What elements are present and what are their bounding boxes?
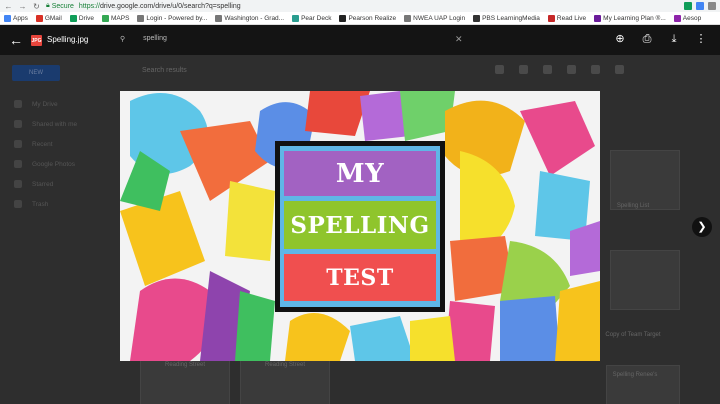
- file-name: Spelling.jpg: [47, 35, 89, 44]
- lock-icon: 🔒︎: [46, 2, 50, 9]
- title-card: MY SPELLING TEST: [275, 141, 445, 312]
- bookmark-item[interactable]: Drive: [69, 14, 94, 22]
- bookmark-item[interactable]: Login - Powered by...: [137, 14, 208, 22]
- bookmark-label: Read Live: [556, 14, 587, 22]
- bookmark-label: Apps: [13, 14, 28, 22]
- reload-icon[interactable]: ↻: [32, 2, 41, 11]
- more-vert-icon[interactable]: ⋮: [694, 32, 708, 46]
- drive-icon: [14, 100, 22, 108]
- sidebar-item-my-drive[interactable]: My Drive: [14, 100, 58, 108]
- bookmark-item[interactable]: NWEA UAP Login: [404, 14, 466, 22]
- bookmark-icon: [673, 14, 681, 22]
- bookmark-icon: [594, 14, 602, 22]
- chevron-right-icon[interactable]: ❯: [692, 217, 712, 237]
- bookmark-label: Aesop: [682, 14, 702, 22]
- image-file-icon: JPG: [31, 35, 42, 46]
- bookmark-item[interactable]: GMail: [35, 14, 62, 22]
- bookmark-item[interactable]: PBS LearningMedia: [473, 14, 540, 22]
- file-thumbnail-label: Spelling List: [616, 203, 650, 209]
- secure-indicator[interactable]: 🔒︎ Secure: [46, 2, 74, 10]
- bookmark-label: NWEA UAP Login: [413, 14, 466, 22]
- forward-arrow-icon[interactable]: →: [18, 2, 27, 11]
- link-icon[interactable]: [495, 65, 504, 74]
- sidebar-item-photos[interactable]: Google Photos: [14, 160, 75, 168]
- bookmark-icon: [292, 14, 300, 22]
- extension-icons: [684, 2, 720, 10]
- title-line-test: TEST: [284, 254, 436, 301]
- search-results-heading: Search results: [142, 67, 187, 74]
- bookmark-icon: [69, 14, 77, 22]
- sidebar-item-recent[interactable]: Recent: [14, 140, 53, 148]
- trash-icon: [14, 200, 22, 208]
- people-icon: [14, 120, 22, 128]
- bookmark-label: Washington - Grad...: [224, 14, 285, 22]
- title-card-inner: MY SPELLING TEST: [280, 146, 440, 307]
- sidebar-item-trash[interactable]: Trash: [14, 200, 48, 208]
- bookmark-icon: [4, 14, 11, 22]
- bookmark-item[interactable]: Aesop: [673, 14, 702, 22]
- sidebar-item-starred[interactable]: Starred: [14, 180, 53, 188]
- more-icon[interactable]: [615, 65, 624, 74]
- bookmark-label: Drive: [78, 14, 94, 22]
- file-thumbnail[interactable]: [610, 150, 680, 210]
- bookmark-icon: [137, 14, 145, 22]
- close-icon: ✕: [455, 34, 463, 44]
- back-arrow-icon[interactable]: ←: [4, 2, 13, 11]
- url-field[interactable]: https://drive.google.com/drive/u/0/searc…: [79, 3, 241, 10]
- folder-icon[interactable]: [591, 65, 600, 74]
- bookmark-icon: [473, 14, 481, 22]
- bookmark-label: MAPS: [110, 14, 130, 22]
- bookmark-icon: [35, 14, 43, 22]
- back-arrow-icon[interactable]: ←: [9, 33, 23, 47]
- title-line-my: MY: [284, 151, 436, 196]
- bookmark-label: PBS LearningMedia: [482, 14, 540, 22]
- bookmark-icon: [339, 14, 347, 22]
- sidebar-item-shared[interactable]: Shared with me: [14, 120, 77, 128]
- add-to-drive-icon[interactable]: ⊕: [613, 32, 627, 46]
- bookmark-label: My Learning Plan ®...: [603, 14, 666, 22]
- file-thumbnail-label: Reading Street: [164, 362, 206, 368]
- download-icon[interactable]: ⤓: [667, 32, 681, 46]
- print-icon[interactable]: ⎙: [640, 32, 654, 46]
- bookmark-label: Login - Powered by...: [146, 14, 208, 22]
- trash-icon[interactable]: [567, 65, 576, 74]
- bookmark-item[interactable]: My Learning Plan ®...: [594, 14, 666, 22]
- new-button[interactable]: NEW: [12, 65, 60, 81]
- bookmark-item[interactable]: Read Live: [547, 14, 587, 22]
- file-thumbnail-label: Reading Street: [264, 362, 306, 368]
- bookmark-icon: [404, 14, 412, 22]
- file-thumbnail-label: Copy of Team Target: [605, 332, 661, 338]
- bookmark-icon: [101, 14, 109, 22]
- bookmark-label: GMail: [44, 14, 62, 22]
- title-line-spelling: SPELLING: [284, 201, 436, 249]
- file-thumbnail[interactable]: [606, 365, 680, 404]
- preview-icon[interactable]: [543, 65, 552, 74]
- bookmarks-bar: Apps GMail Drive MAPS Login - Powered by... W…: [0, 12, 720, 25]
- viewer-actions: ⊕ ⎙ ⤓ ⋮: [613, 32, 708, 46]
- bookmark-label: Pear Deck: [301, 14, 332, 22]
- bookmark-label: Pearson Realize: [348, 14, 397, 22]
- viewer-toolbar: ← JPG Spelling.jpg ⚲ spelling ✕ ⊕ ⎙ ⤓ ⋮: [0, 25, 720, 55]
- clock-icon: [14, 140, 22, 148]
- extension-icon[interactable]: [684, 2, 692, 10]
- bookmark-icon: [215, 14, 223, 22]
- search-icon: ⚲: [120, 36, 126, 43]
- bookmark-item[interactable]: Apps: [4, 14, 28, 22]
- bookmark-item[interactable]: Washington - Grad...: [215, 14, 285, 22]
- background-search-field: ⚲ spelling: [120, 35, 167, 43]
- file-thumbnail-label: Spelling Renee's: [612, 372, 658, 378]
- file-thumbnail[interactable]: [610, 250, 680, 310]
- bookmark-item[interactable]: MAPS: [101, 14, 130, 22]
- bookmark-item[interactable]: Pear Deck: [292, 14, 332, 22]
- bookmark-icon: [547, 14, 555, 22]
- browser-address-bar: ← → ↻ 🔒︎ Secure https://drive.google.com…: [0, 0, 720, 12]
- share-icon[interactable]: [519, 65, 528, 74]
- extension-icon[interactable]: [696, 2, 704, 10]
- photos-icon: [14, 160, 22, 168]
- star-icon: [14, 180, 22, 188]
- bookmark-item[interactable]: Pearson Realize: [339, 14, 397, 22]
- drive-toolbar: [495, 65, 624, 74]
- menu-icon[interactable]: [708, 2, 716, 10]
